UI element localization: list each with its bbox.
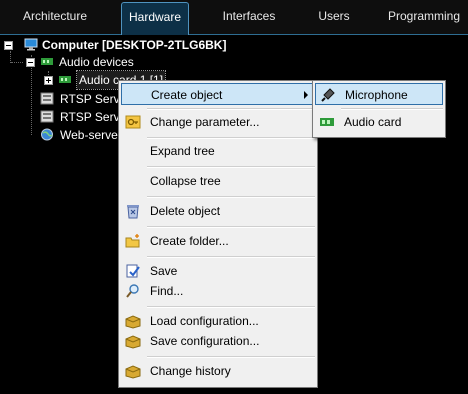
tab-programming[interactable]: Programming (380, 0, 468, 32)
menu-item-find[interactable]: Find... (121, 280, 315, 302)
menu-separator (147, 226, 315, 228)
menu-item-save-configuration[interactable]: Save configuration... (121, 330, 315, 352)
menu-separator (147, 137, 315, 139)
tree-line (11, 62, 23, 63)
computer-icon (24, 38, 38, 51)
menu-item-change-history[interactable]: Change history (121, 360, 315, 382)
menu-item-label: Delete object (150, 204, 221, 218)
menu-item-label: Find... (150, 284, 184, 298)
menu-item-label: Create folder... (150, 234, 229, 248)
collapse-toggle[interactable] (26, 58, 35, 67)
microphone-icon (321, 88, 335, 102)
menu-separator (341, 108, 443, 110)
save-box-icon (125, 335, 141, 349)
menu-item-create-object[interactable]: Create object (121, 83, 315, 105)
tab-users[interactable]: Users (300, 0, 368, 32)
tab-interfaces[interactable]: Interfaces (205, 0, 293, 32)
menu-item-delete-object[interactable]: Delete object (121, 200, 315, 222)
save-check-icon (126, 264, 140, 278)
menu-item-save[interactable]: Save (121, 260, 315, 282)
menu-item-create-folder[interactable]: Create folder... (121, 230, 315, 252)
menu-item-change-parameter[interactable]: Change parameter... (121, 111, 315, 133)
menu-item-label: Expand tree (150, 144, 215, 158)
collapse-toggle[interactable] (4, 41, 13, 50)
audio-card-icon (320, 118, 334, 126)
tree-node-label: Computer [DESKTOP-2TLG6BK] (42, 38, 227, 52)
context-menu: Create object Change parameter... Expand… (118, 80, 318, 388)
globe-icon (41, 128, 53, 141)
menu-item-label: Load configuration... (150, 314, 259, 328)
tab-architecture[interactable]: Architecture (0, 0, 110, 32)
load-box-icon (125, 315, 141, 329)
menu-separator (147, 356, 315, 358)
new-folder-icon (125, 234, 140, 248)
history-box-icon (125, 365, 141, 379)
submenu-arrow-icon (304, 91, 308, 99)
server-icon (40, 92, 54, 105)
audio-devices-icon (41, 58, 53, 65)
tab-bar: Architecture Hardware Interfaces Users P… (0, 0, 468, 35)
tab-hardware[interactable]: Hardware (121, 2, 189, 35)
menu-separator (147, 196, 315, 198)
magnifier-icon (126, 284, 139, 298)
menu-item-collapse-tree[interactable]: Collapse tree (121, 170, 315, 192)
submenu-item-microphone[interactable]: Microphone (315, 83, 443, 105)
menu-item-label: Microphone (345, 88, 408, 102)
tree-node-label: Web-server (60, 128, 122, 142)
submenu-item-audio-card[interactable]: Audio card (315, 111, 443, 133)
menu-separator (147, 108, 315, 110)
tree-line (31, 55, 32, 135)
menu-item-label: Create object (151, 88, 223, 102)
menu-item-label: Audio card (344, 115, 402, 129)
tree-node-label: Audio devices (59, 55, 134, 69)
create-object-submenu: Microphone Audio card (312, 80, 446, 138)
expand-toggle[interactable] (44, 76, 53, 85)
key-icon (125, 115, 141, 129)
menu-item-label: Change history (150, 364, 231, 378)
menu-item-label: Save (150, 264, 178, 278)
menu-item-label: Collapse tree (150, 174, 221, 188)
menu-item-label: Change parameter... (150, 115, 260, 129)
server-icon (40, 110, 54, 123)
menu-item-expand-tree[interactable]: Expand tree (121, 140, 315, 162)
menu-separator (147, 166, 315, 168)
menu-separator (147, 256, 315, 258)
menu-item-load-configuration[interactable]: Load configuration... (121, 310, 315, 332)
menu-item-label: Save configuration... (150, 334, 260, 348)
audio-card-icon (59, 76, 71, 83)
menu-separator (147, 306, 315, 308)
recycle-bin-icon (127, 205, 139, 219)
